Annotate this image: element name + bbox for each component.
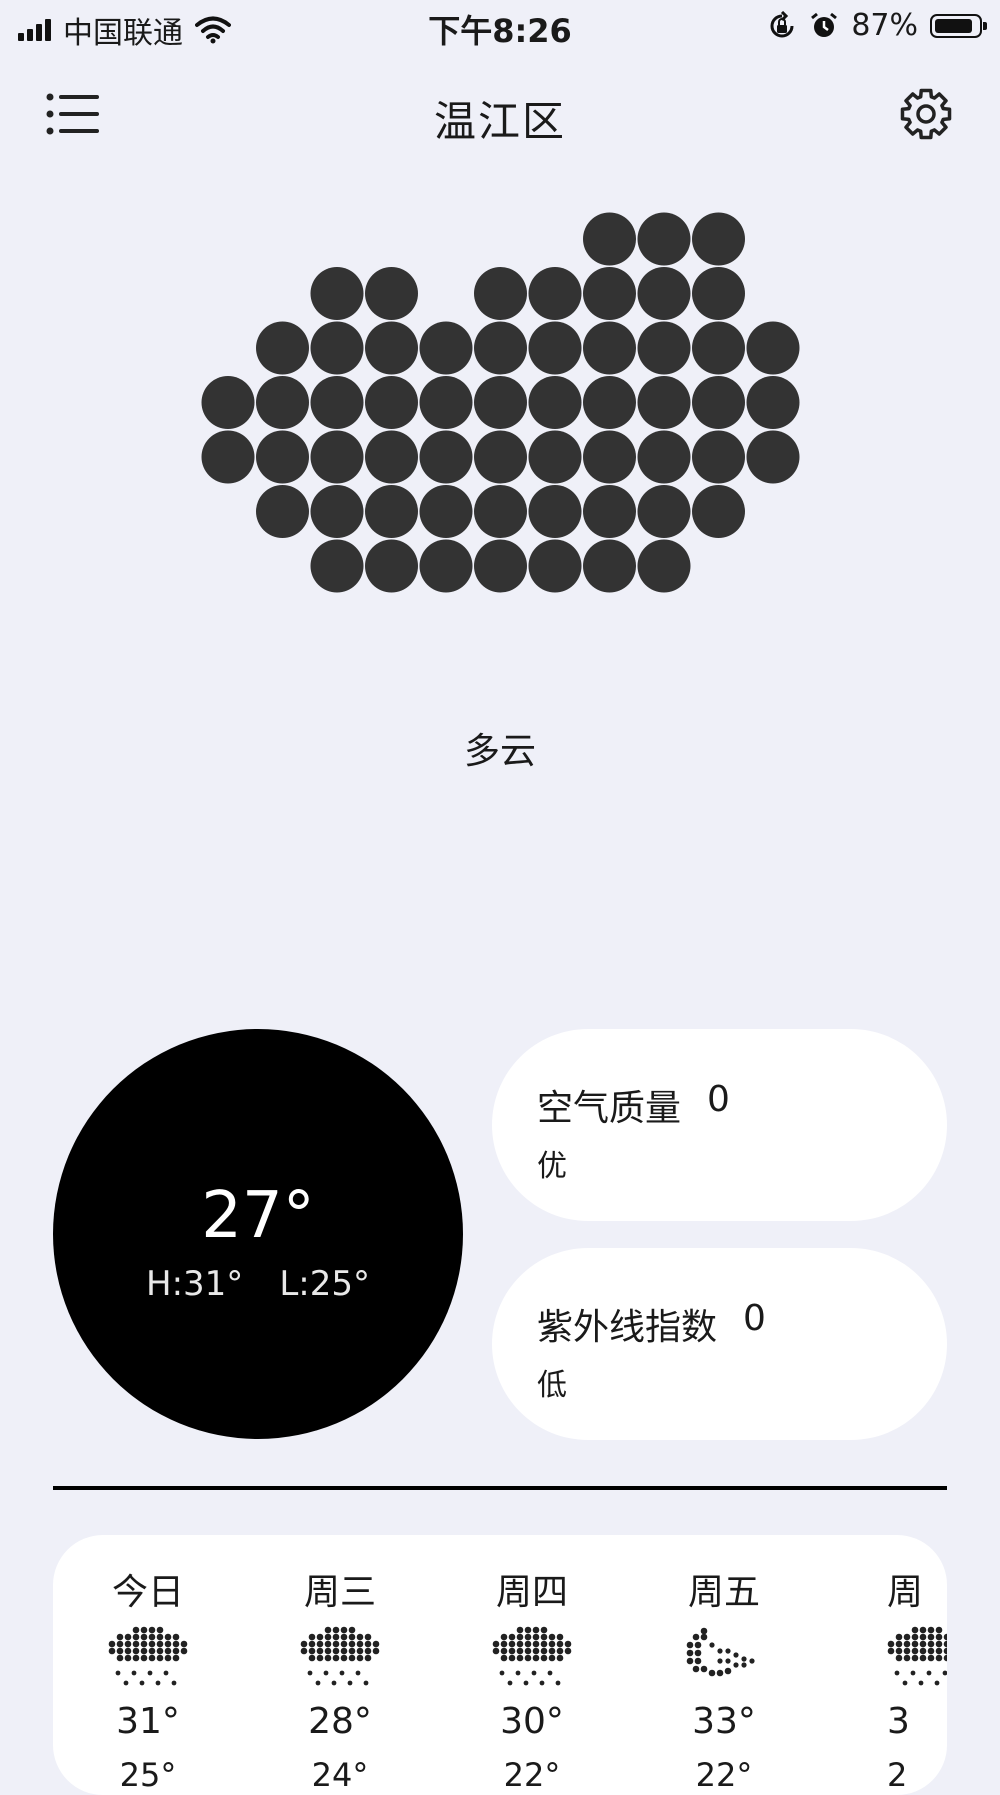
cloud-icon xyxy=(201,212,800,593)
air-quality-header: 空气质量 0 xyxy=(537,1079,947,1131)
forecast-day-label: 今日 xyxy=(111,1572,184,1613)
forecast-low: 24° xyxy=(311,1756,369,1794)
settings-button[interactable] xyxy=(894,82,958,146)
uv-index-value: 0 xyxy=(743,1298,766,1339)
forecast-day-label: 周三 xyxy=(303,1572,376,1613)
forecast-day-label: 周五 xyxy=(687,1572,760,1613)
forecast-high: 28° xyxy=(308,1701,372,1742)
status-bar: 中国联通 下午8:26 87% xyxy=(0,0,1000,54)
cloud-rain-icon xyxy=(492,1626,572,1686)
battery-percent: 87% xyxy=(851,8,918,43)
forecast-high: 3 xyxy=(887,1701,910,1742)
high-low: H:31° L:25° xyxy=(53,1264,463,1304)
forecast-day-2[interactable]: 周四 30° 22° xyxy=(477,1563,587,1794)
forecast-low: 22° xyxy=(503,1756,561,1794)
cloud-rain-icon xyxy=(300,1626,380,1686)
forecast-high: 33° xyxy=(692,1701,756,1742)
forecast-high: 31° xyxy=(116,1701,180,1742)
forecast-day-4[interactable]: 周 3 2 xyxy=(861,1563,947,1794)
high-temperature: H:31° xyxy=(146,1264,244,1304)
battery-icon xyxy=(930,13,987,38)
gear-icon xyxy=(900,88,952,140)
uv-index-label: 紫外线指数 xyxy=(537,1307,718,1348)
forecast-low: 25° xyxy=(119,1756,177,1794)
forecast-day-1[interactable]: 周三 28° 24° xyxy=(285,1563,395,1794)
cloud-rain-icon xyxy=(887,1626,947,1686)
uv-index-header: 紫外线指数 0 xyxy=(537,1298,947,1350)
alarm-icon xyxy=(811,12,838,37)
temperature-card: 27° H:31° L:25° xyxy=(53,1029,463,1439)
weather-condition: 多云 xyxy=(463,731,536,772)
cloud-rain-icon xyxy=(108,1626,188,1686)
forecast-day-label: 周四 xyxy=(495,1572,568,1613)
current-temperature: 27° xyxy=(201,1179,315,1253)
air-quality-value: 0 xyxy=(707,1079,730,1120)
daily-forecast[interactable]: 今日 31° 25° 周三 28° 24° 周四 30° 22° 周五 33° … xyxy=(53,1535,947,1795)
forecast-day-label: 周 xyxy=(887,1572,924,1613)
page-title: 温江区 xyxy=(433,97,566,146)
air-quality-level: 优 xyxy=(537,1149,567,1184)
uv-index-card[interactable]: 紫外线指数 0 低 xyxy=(492,1248,947,1440)
low-temperature: L:25° xyxy=(279,1264,370,1304)
forecast-low: 22° xyxy=(695,1756,753,1794)
forecast-day-3[interactable]: 周五 33° 22° xyxy=(669,1563,779,1794)
air-quality-card[interactable]: 空气质量 0 优 xyxy=(492,1029,947,1221)
divider xyxy=(53,1486,947,1490)
air-quality-label: 空气质量 xyxy=(537,1088,682,1129)
forecast-high: 30° xyxy=(500,1701,564,1742)
forecast-low: 2 xyxy=(887,1756,908,1794)
uv-index-level: 低 xyxy=(537,1368,567,1403)
moon-cloud-icon xyxy=(686,1627,755,1677)
status-right: 87% xyxy=(767,8,987,43)
orientation-lock-icon xyxy=(770,10,794,37)
forecast-day-0[interactable]: 今日 31° 25° xyxy=(93,1563,203,1794)
nav-bar: 温江区 xyxy=(0,70,1000,160)
